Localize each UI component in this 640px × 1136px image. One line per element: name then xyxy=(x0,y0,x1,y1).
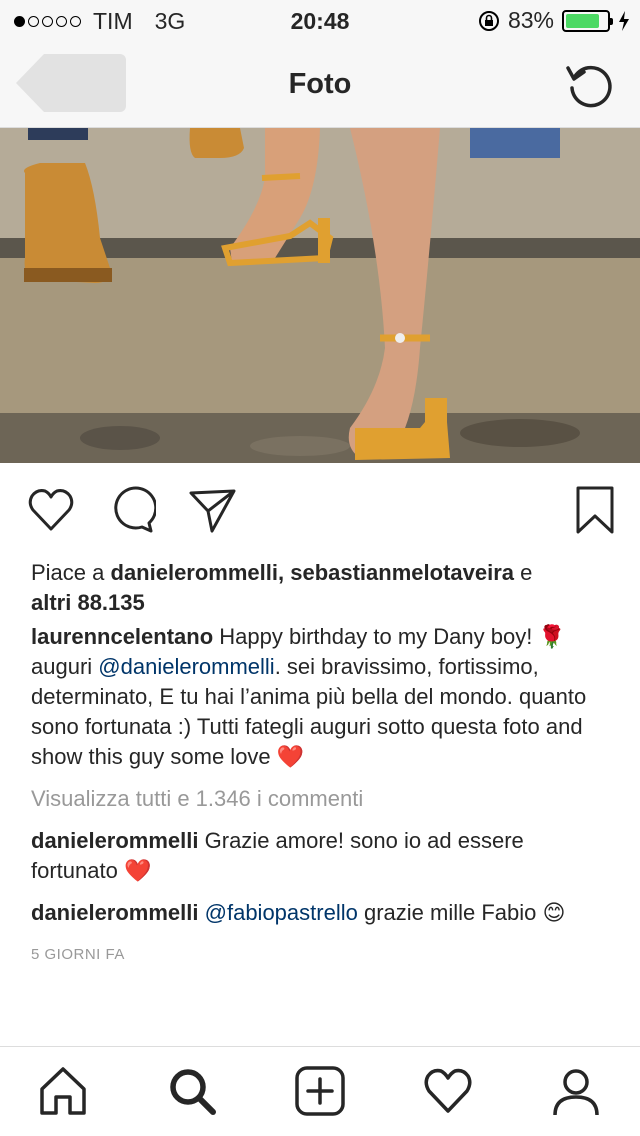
battery-percent: 83% xyxy=(507,7,554,33)
comment-mention[interactable]: @fabiopastrello xyxy=(205,900,358,925)
paper-plane-icon[interactable] xyxy=(188,485,238,535)
nav-header: Foto xyxy=(0,40,640,128)
status-bar: TIM 3G 20:48 83% xyxy=(0,0,640,40)
bookmark-icon[interactable] xyxy=(570,485,620,535)
comment-item: danielerommelli @fabiopastrello grazie m… xyxy=(31,898,616,928)
caption-mention[interactable]: @danielerommelli xyxy=(98,654,274,679)
rotation-lock-icon xyxy=(478,10,499,31)
comment-username[interactable]: danielerommelli xyxy=(31,828,199,853)
heart-outline-icon[interactable] xyxy=(26,485,76,535)
caption-username[interactable]: laurenncelentano xyxy=(31,624,213,649)
smile-emoji: 😊 xyxy=(542,900,566,925)
page-title: Foto xyxy=(288,68,352,100)
comment-text: grazie mille Fabio xyxy=(357,900,543,925)
home-icon[interactable] xyxy=(37,1065,89,1117)
post-photo[interactable] xyxy=(0,128,640,463)
comment-item: danielerommelli Grazie amore! sono io ad… xyxy=(31,826,616,886)
view-all-comments-link[interactable]: Visualizza tutti e 1.346 i commenti xyxy=(31,784,616,814)
heart-emoji: ❤️ xyxy=(123,858,152,883)
caption-text-2: auguri xyxy=(31,654,99,679)
likes-users[interactable]: danielerommelli, sebastianmelotaveira xyxy=(111,560,515,585)
add-post-icon[interactable] xyxy=(294,1065,346,1117)
profile-icon[interactable] xyxy=(550,1065,602,1117)
post-body: Piace a danielerommelli, sebastianmelota… xyxy=(31,558,616,970)
heart-emoji: ❤️ xyxy=(276,744,305,769)
post-actions xyxy=(0,485,640,541)
likes-and: e xyxy=(514,560,533,585)
likes-prefix: Piace a xyxy=(31,560,111,585)
search-icon[interactable] xyxy=(166,1065,218,1117)
comment-username[interactable]: danielerommelli xyxy=(31,900,199,925)
caption-text-1: Happy birthday to my Dany boy! xyxy=(213,624,539,649)
refresh-icon[interactable] xyxy=(564,58,616,110)
likes-line: Piace a danielerommelli, sebastianmelota… xyxy=(31,558,616,618)
likes-others[interactable]: altri 88.135 xyxy=(31,590,145,615)
rose-emoji: 🌹 xyxy=(538,624,566,649)
activity-heart-icon[interactable] xyxy=(422,1065,474,1117)
charging-bolt-icon xyxy=(619,10,629,31)
battery-icon xyxy=(562,9,613,32)
speech-bubble-icon[interactable] xyxy=(106,485,156,535)
post-caption: laurenncelentano Happy birthday to my Da… xyxy=(31,622,616,772)
post-timestamp: 5 GIORNI FA xyxy=(31,946,125,963)
tab-bar xyxy=(0,1046,640,1136)
